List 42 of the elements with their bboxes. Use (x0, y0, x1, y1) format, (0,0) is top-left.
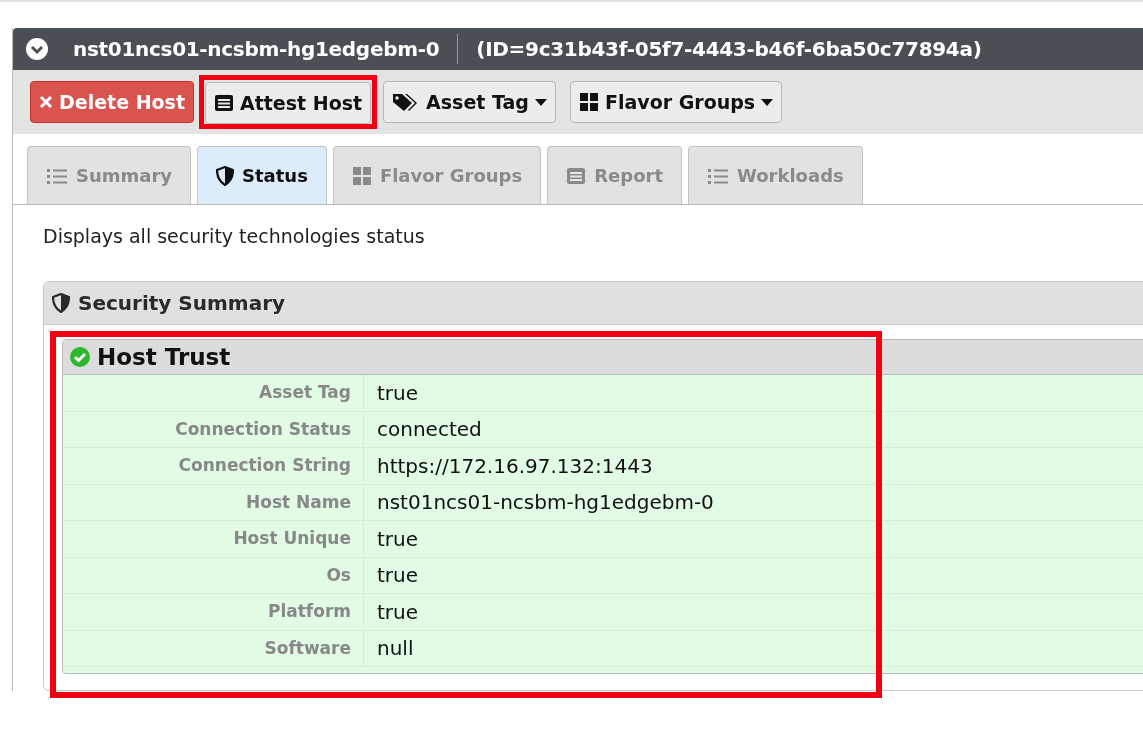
field-label: Platform (63, 594, 364, 630)
field-label: Asset Tag (63, 375, 364, 411)
field-label: Os (63, 557, 364, 593)
section-title: Security Summary (78, 291, 286, 315)
field-value: true (376, 599, 419, 624)
field-value: null (376, 636, 414, 661)
field-label: Connection String (63, 448, 364, 484)
caret-icon (761, 98, 774, 106)
field-value: true (376, 380, 419, 405)
caret-icon (534, 98, 547, 106)
tab[interactable]: Status (197, 146, 327, 204)
field-label: Software (63, 630, 364, 666)
dropdown-button[interactable]: Asset Tag (383, 81, 556, 123)
field-label: Connection Status (63, 411, 364, 447)
tab[interactable]: Summary (27, 146, 192, 204)
grid-icon (351, 165, 372, 186)
tab[interactable]: Flavor Groups (332, 146, 542, 204)
collapse-toggle-icon[interactable] (25, 37, 49, 61)
dropdown-button[interactable]: Flavor Groups (569, 81, 783, 123)
list-icon (707, 166, 729, 185)
field-value: true (376, 526, 419, 551)
field-value: true (376, 563, 419, 588)
list-icon (46, 166, 68, 185)
host-id: (ID=9c31b43f-05f7-4443-b46f-6ba50c77894a) (476, 37, 982, 61)
field-value: https://172.16.97.132:1443 (376, 453, 653, 478)
list-icon (566, 166, 587, 185)
tab[interactable]: Workloads (688, 146, 863, 204)
grid-icon (578, 92, 599, 112)
tab[interactable]: Report (547, 146, 682, 204)
host-title: nst01ncs01-ncsbm-hg1edgebm-0 (73, 37, 440, 61)
field-label: Host Name (63, 484, 364, 520)
shield-icon (52, 293, 70, 313)
field-value: connected (376, 417, 482, 442)
field-value: nst01ncs01-ncsbm-hg1edgebm-0 (376, 490, 714, 515)
close-icon (39, 95, 53, 109)
list-icon (214, 94, 234, 112)
field-label: Host Unique (63, 521, 364, 557)
description-text: Displays all security technologies status (43, 225, 426, 247)
card-title: Host Trust (97, 344, 231, 370)
toolbar-button[interactable]: Attest Host (205, 82, 372, 124)
toolbar-button[interactable]: Delete Host (30, 81, 194, 123)
shield-icon (216, 165, 235, 186)
